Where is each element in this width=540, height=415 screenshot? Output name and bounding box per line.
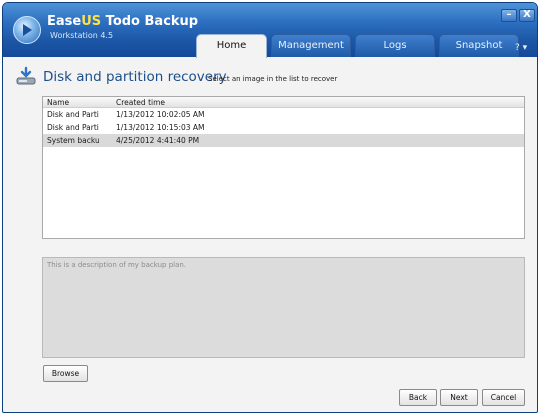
row-name: System backup...	[47, 136, 99, 145]
image-list[interactable]: Name Created time Disk and Partiti... 1/…	[42, 96, 525, 239]
app-name-part2: US	[81, 14, 102, 29]
app-window: EaseUS Todo Backup Workstation 4.5 – X H…	[2, 2, 538, 413]
row-created-time: 4/25/2012 4:41:40 PM	[116, 136, 200, 145]
app-name-part3: Todo Backup	[105, 14, 199, 29]
close-button[interactable]: X	[519, 9, 535, 22]
help-menu-icon[interactable]: ? ▾	[515, 43, 527, 53]
page-subtitle: Select an image in the list to recover	[208, 75, 338, 83]
list-row-selected[interactable]: System backup... 4/25/2012 4:41:40 PM	[43, 134, 524, 147]
tab-home[interactable]: Home	[196, 34, 267, 58]
back-button[interactable]: Back	[399, 389, 437, 406]
tab-management[interactable]: Management	[271, 34, 351, 57]
description-box: This is a description of my backup plan.	[42, 257, 525, 358]
tab-logs[interactable]: Logs	[355, 34, 435, 57]
list-row[interactable]: Disk and Partiti... 1/13/2012 10:15:03 A…	[43, 121, 524, 134]
tab-snapshot[interactable]: Snapshot	[439, 34, 519, 57]
browse-button[interactable]: Browse	[43, 365, 88, 382]
app-name-part1: Ease	[47, 14, 82, 29]
row-created-time: 1/13/2012 10:15:03 AM	[116, 123, 205, 132]
title-bar: EaseUS Todo Backup Workstation 4.5 – X H…	[3, 3, 537, 58]
page-title: Disk and partition recovery	[43, 69, 227, 85]
list-header: Name Created time	[43, 97, 524, 108]
app-logo-icon	[13, 16, 41, 44]
list-row[interactable]: Disk and Partiti... 1/13/2012 10:02:05 A…	[43, 108, 524, 121]
column-header-name[interactable]: Name	[47, 97, 99, 108]
app-edition: Workstation 4.5	[50, 31, 114, 40]
app-name: EaseUS Todo Backup	[47, 14, 198, 29]
minimize-button[interactable]: –	[501, 9, 517, 22]
cancel-button[interactable]: Cancel	[482, 389, 525, 406]
disk-recovery-icon	[16, 66, 36, 85]
next-button[interactable]: Next	[440, 389, 478, 406]
row-name: Disk and Partiti...	[47, 110, 99, 119]
column-header-created-time[interactable]: Created time	[116, 97, 165, 108]
row-created-time: 1/13/2012 10:02:05 AM	[116, 110, 205, 119]
row-name: Disk and Partiti...	[47, 123, 99, 132]
